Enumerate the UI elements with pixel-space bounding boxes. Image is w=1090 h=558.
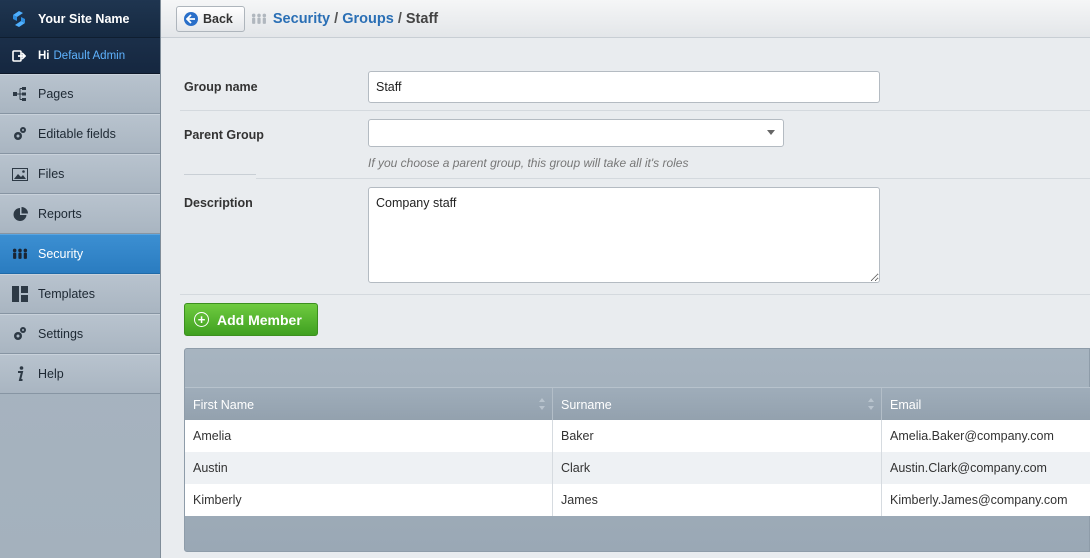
column-header-label: Surname — [561, 397, 612, 412]
sidebar: Your Site Name Hi Default Admin Pages Ed… — [0, 0, 161, 558]
cell-email: Austin.Clark@company.com — [890, 461, 1047, 475]
table-row[interactable]: Amelia Baker Amelia.Baker@company.com — [185, 420, 1090, 452]
divider — [180, 110, 1090, 111]
chevron-down-icon — [767, 130, 775, 135]
sidebar-item-templates[interactable]: Templates — [0, 274, 160, 314]
site-brand[interactable]: Your Site Name — [0, 0, 160, 38]
parent-group-select[interactable] — [368, 119, 784, 147]
divider — [180, 294, 1090, 295]
cell-email: Kimberly.James@company.com — [890, 493, 1068, 507]
column-header-surname[interactable]: Surname — [553, 388, 882, 421]
logout-icon[interactable] — [12, 49, 26, 63]
sidebar-item-security[interactable]: Security — [0, 234, 160, 274]
breadcrumb-current: Staff — [405, 10, 439, 27]
members-table: First Name Surname Email Amelia Baker Am… — [184, 348, 1090, 552]
sidebar-item-reports[interactable]: Reports — [0, 194, 160, 234]
table-row[interactable]: Kimberly James Kimberly.James@company.co… — [185, 484, 1090, 516]
sidebar-item-files[interactable]: Files — [0, 154, 160, 194]
sitemap-icon — [12, 86, 28, 102]
sidebar-item-editable-fields[interactable]: Editable fields — [0, 114, 160, 154]
sort-icon — [868, 398, 874, 410]
sidebar-item-label: Templates — [38, 287, 95, 301]
column-header-label: Email — [890, 397, 922, 412]
breadcrumb-security[interactable]: Security — [273, 11, 330, 27]
sidebar-item-label: Pages — [38, 87, 74, 101]
sidebar-item-label: Reports — [38, 207, 82, 221]
add-member-label: Add Member — [217, 311, 302, 328]
cell-surname: James — [553, 484, 882, 516]
cell-surname: Baker — [553, 420, 882, 452]
divider — [256, 178, 1090, 179]
add-member-button[interactable]: + Add Member — [184, 303, 318, 336]
sidebar-item-label: Files — [38, 167, 65, 181]
breadcrumb-groups[interactable]: Groups — [342, 11, 394, 27]
parent-group-label: Parent Group — [184, 128, 264, 142]
cell-first-name: Kimberly — [185, 484, 553, 516]
sidebar-item-help[interactable]: Help — [0, 354, 160, 394]
back-label: Back — [203, 11, 233, 26]
gears-icon — [12, 326, 28, 342]
site-name: Your Site Name — [38, 11, 130, 26]
table-body: Amelia Baker Amelia.Baker@company.com Au… — [185, 420, 1090, 516]
sidebar-item-settings[interactable]: Settings — [0, 314, 160, 354]
layout-icon — [12, 286, 28, 302]
parent-group-hint: If you choose a parent group, this group… — [368, 156, 689, 170]
divider — [184, 174, 256, 175]
sidebar-item-label: Settings — [38, 327, 84, 341]
breadcrumb-separator: / — [334, 10, 339, 27]
back-arrow-icon — [184, 11, 198, 26]
top-bar: Back Security / Groups / Staff — [161, 0, 1090, 38]
group-name-input[interactable] — [368, 71, 880, 103]
user-bar: Hi Default Admin — [0, 38, 160, 74]
info-icon — [12, 366, 28, 382]
users-icon — [251, 13, 267, 24]
gears-icon — [12, 126, 28, 142]
description-label: Description — [184, 196, 253, 210]
column-header-email[interactable]: Email — [882, 388, 1090, 421]
table-row[interactable]: Austin Clark Austin.Clark@company.com — [185, 452, 1090, 484]
breadcrumb-separator: / — [397, 10, 402, 27]
sidebar-item-label: Editable fields — [38, 127, 116, 141]
logo-icon — [13, 10, 25, 27]
cell-first-name: Amelia — [185, 420, 553, 452]
table-header: First Name Surname Email — [185, 387, 1090, 421]
back-button[interactable]: Back — [176, 5, 245, 32]
sidebar-item-label: Security — [38, 247, 84, 261]
cell-surname: Clark — [553, 452, 882, 484]
column-header-first-name[interactable]: First Name — [185, 388, 553, 421]
description-textarea[interactable]: Company staff — [368, 187, 880, 283]
sort-icon — [539, 398, 545, 410]
group-name-label: Group name — [184, 80, 258, 94]
pie-chart-icon — [12, 206, 28, 222]
sidebar-item-pages[interactable]: Pages — [0, 74, 160, 114]
greeting: Hi — [38, 49, 50, 62]
plus-circle-icon: + — [194, 312, 209, 327]
image-icon — [12, 166, 28, 182]
column-header-label: First Name — [193, 397, 255, 412]
sidebar-item-label: Help — [38, 367, 64, 381]
cell-email: Amelia.Baker@company.com — [890, 429, 1054, 443]
user-name-link[interactable]: Default Admin — [54, 50, 126, 62]
cell-first-name: Austin — [185, 452, 553, 484]
users-icon — [12, 246, 28, 262]
breadcrumb: Security / Groups / Staff — [273, 11, 438, 27]
